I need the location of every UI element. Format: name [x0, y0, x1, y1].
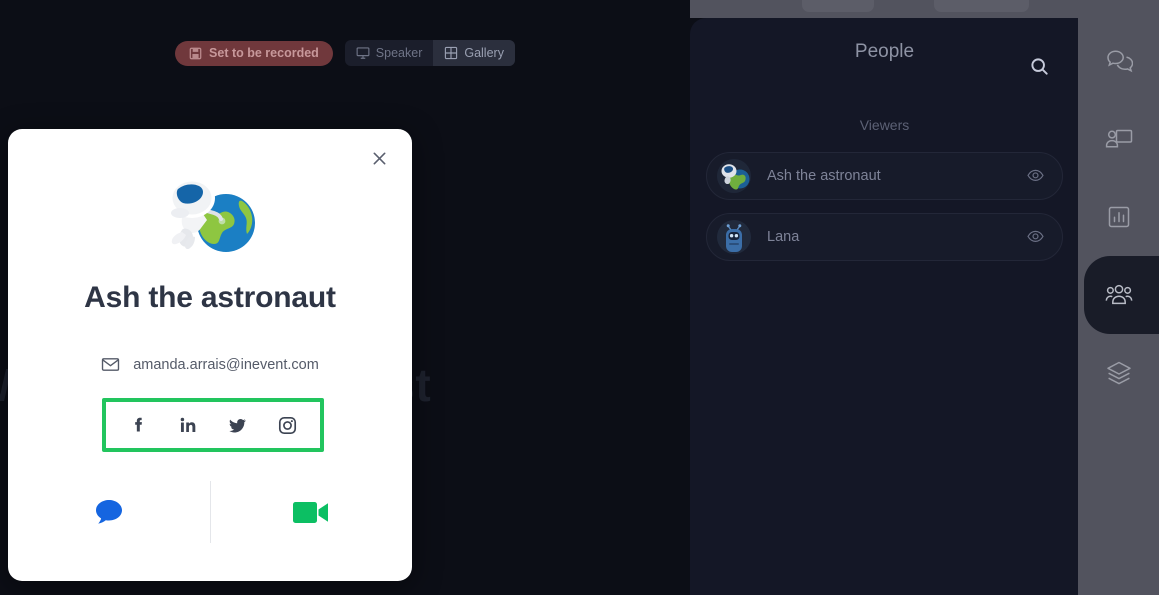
close-icon — [372, 151, 387, 166]
search-icon — [1030, 57, 1049, 76]
save-disk-icon — [189, 47, 202, 60]
twitter-icon — [229, 418, 247, 432]
sidebar-item-layers[interactable] — [1078, 334, 1159, 412]
viewer-visibility-toggle[interactable] — [1025, 166, 1045, 186]
layout-option-gallery-label: Gallery — [464, 46, 504, 60]
viewer-list: Ash the astronaut Lana — [706, 152, 1063, 261]
viewers-section-label: Viewers — [859, 117, 910, 133]
people-panel-header: People — [690, 32, 1079, 72]
grid-icon — [444, 46, 458, 60]
profile-email: amanda.arrais@inevent.com — [133, 356, 319, 373]
profile-modal: Ash the astronaut amanda.arrais@inevent.… — [8, 129, 412, 581]
chat-bubble-icon — [95, 500, 122, 524]
linkedin-link[interactable] — [172, 409, 204, 441]
sidebar-item-presentation[interactable] — [1078, 100, 1159, 178]
viewer-name: Lana — [767, 229, 800, 245]
chrome-ghost-tab-2 — [934, 0, 1029, 12]
profile-avatar — [8, 173, 412, 259]
astronaut-globe-avatar — [169, 178, 255, 252]
layout-option-gallery[interactable]: Gallery — [433, 40, 515, 66]
people-search-button[interactable] — [1025, 52, 1053, 80]
video-camera-icon — [293, 501, 329, 523]
layout-option-speaker-label: Speaker — [375, 46, 423, 60]
layers-icon — [1106, 361, 1131, 385]
chat-action-button[interactable] — [8, 475, 210, 549]
layout-option-speaker[interactable]: Speaker — [345, 40, 434, 66]
eye-icon — [1026, 230, 1044, 244]
instagram-icon — [278, 416, 296, 434]
close-button[interactable] — [362, 141, 396, 175]
profile-actions — [8, 475, 412, 549]
robot-avatar — [717, 220, 751, 254]
sidebar-item-people[interactable] — [1078, 256, 1159, 334]
social-links-group — [102, 398, 324, 452]
facebook-link[interactable] — [123, 409, 155, 441]
instagram-link[interactable] — [271, 409, 303, 441]
right-sidebar-rail — [1078, 0, 1159, 595]
chat-bubbles-icon — [1106, 50, 1133, 73]
rail-item-list — [1078, 22, 1159, 412]
sidebar-item-chat[interactable] — [1078, 22, 1159, 100]
video-call-action-button[interactable] — [211, 475, 413, 549]
bar-chart-icon — [1108, 206, 1129, 228]
top-chrome-strip — [0, 0, 1159, 18]
screen-icon — [356, 46, 370, 60]
viewer-visibility-toggle[interactable] — [1025, 227, 1045, 247]
recording-status-label: Set to be recorded — [209, 46, 319, 60]
linkedin-icon — [180, 417, 196, 432]
stage-top-fill — [0, 0, 690, 18]
people-group-icon — [1105, 284, 1132, 305]
layout-toggle-group: Speaker Gallery — [344, 40, 515, 66]
meeting-app-window: Welcome to the test Set to be recorded — [0, 0, 1159, 595]
eye-icon — [1026, 169, 1044, 183]
stage-toolbar: Set to be recorded Speaker Gallery — [0, 40, 690, 66]
chrome-ghost-tab-1 — [802, 0, 874, 12]
presenter-screen-icon — [1105, 129, 1132, 148]
avatar — [717, 220, 751, 254]
astronaut-globe-avatar — [717, 159, 751, 193]
people-panel: People Viewers Ash the astronaut Lana — [690, 18, 1079, 595]
people-panel-title: People — [854, 41, 915, 62]
facebook-icon — [135, 417, 143, 431]
table-row[interactable]: Ash the astronaut — [706, 152, 1063, 200]
envelope-icon — [101, 355, 120, 374]
profile-email-row: amanda.arrais@inevent.com — [8, 355, 412, 374]
recording-status-badge: Set to be recorded — [175, 40, 333, 66]
table-row[interactable]: Lana — [706, 213, 1063, 261]
profile-name: Ash the astronaut — [84, 281, 336, 314]
viewer-name: Ash the astronaut — [767, 168, 881, 184]
twitter-link[interactable] — [222, 409, 254, 441]
sidebar-item-polls[interactable] — [1078, 178, 1159, 256]
avatar — [717, 159, 751, 193]
